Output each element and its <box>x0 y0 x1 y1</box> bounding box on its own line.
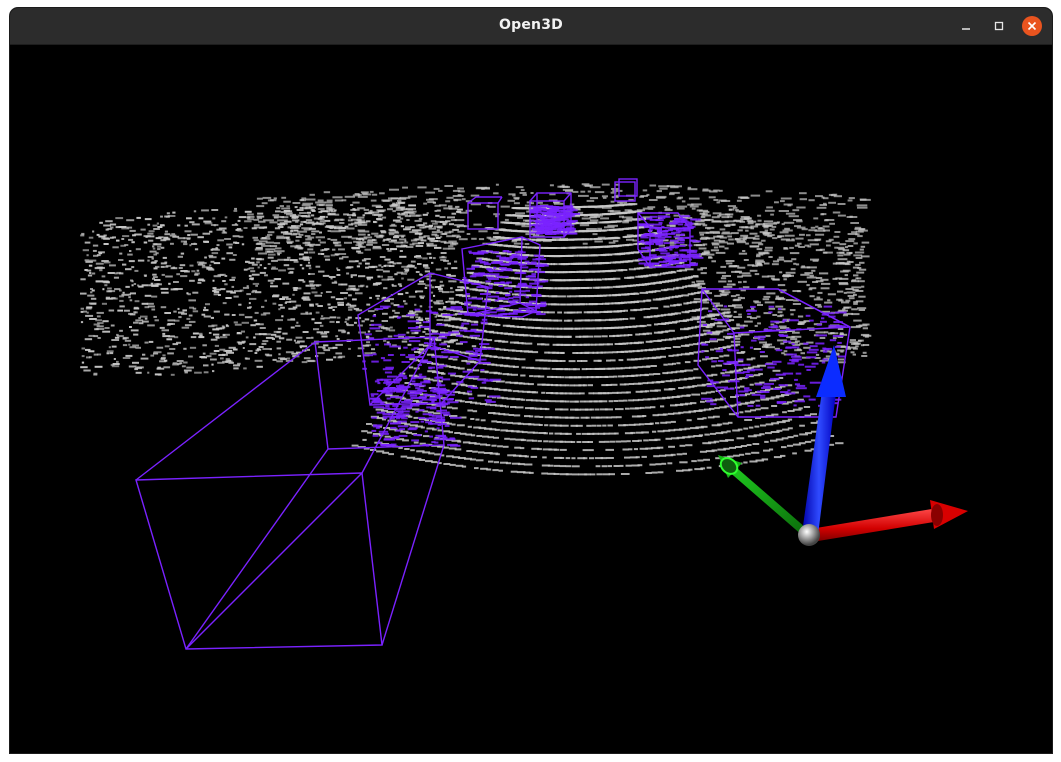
maximize-button[interactable] <box>989 16 1009 36</box>
title-bar[interactable]: Open3D <box>10 8 1052 45</box>
x-axis-arrow <box>810 500 968 542</box>
minimize-button[interactable] <box>956 16 976 36</box>
scene-canvas[interactable] <box>10 45 1052 753</box>
z-axis-arrow <box>802 345 846 535</box>
close-icon <box>1027 21 1037 31</box>
3d-viewport[interactable] <box>10 45 1052 753</box>
bounding-box-4 <box>467 196 503 230</box>
y-axis-arrow <box>718 455 812 539</box>
bounding-box-1 <box>135 336 445 650</box>
close-button[interactable] <box>1022 16 1042 36</box>
maximize-icon <box>994 21 1004 31</box>
open3d-window: Open3D <box>10 8 1052 753</box>
window-title: Open3D <box>499 17 563 33</box>
origin-sphere <box>798 524 820 546</box>
minimize-icon <box>962 28 970 30</box>
